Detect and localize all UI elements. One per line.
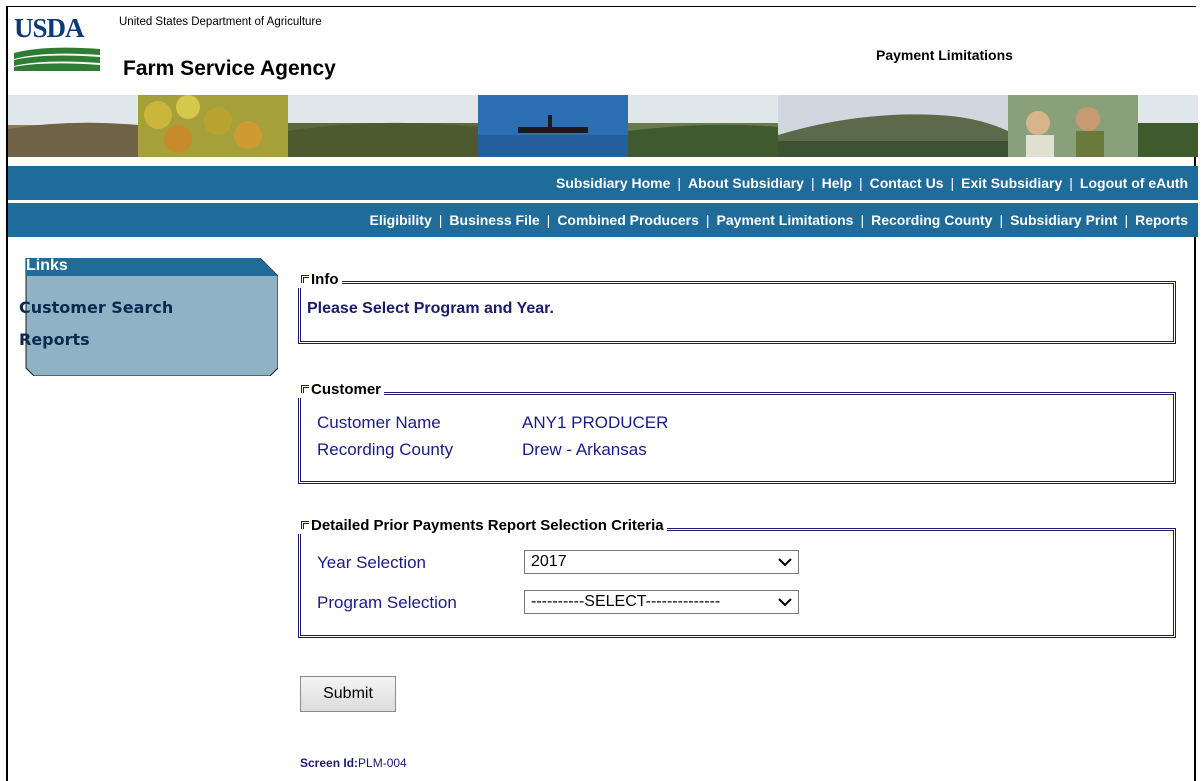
nav-about-subsidiary[interactable]: About Subsidiary (688, 175, 804, 191)
agency-name: Farm Service Agency (123, 57, 336, 80)
banner-image (8, 95, 1198, 157)
nav-eligibility[interactable]: Eligibility (370, 212, 432, 228)
year-selection-label: Year Selection (317, 553, 427, 572)
nav-help[interactable]: Help (822, 175, 852, 191)
nav-combined-producers[interactable]: Combined Producers (557, 212, 699, 228)
chevron-down-icon (778, 558, 792, 567)
app-title: Payment Limitations (876, 47, 1013, 63)
secondary-nav: Eligibility | Business File | Combined P… (8, 203, 1198, 237)
year-select-value: 2017 (531, 553, 567, 570)
recording-county-label: Recording County (317, 440, 454, 459)
recording-county-value: Drew - Arkansas (522, 440, 647, 459)
nav-contact-us[interactable]: Contact Us (870, 175, 944, 191)
criteria-legend: Detailed Prior Payments Report Selection… (298, 517, 667, 534)
customer-name-label: Customer Name (317, 413, 441, 432)
chevron-down-icon (778, 598, 792, 607)
sidebar-item-reports[interactable]: Reports (19, 330, 90, 349)
nav-business-file[interactable]: Business File (449, 212, 539, 228)
criteria-fieldset (298, 528, 1176, 638)
sidebar-item-customer-search[interactable]: Customer Search (19, 298, 173, 317)
usda-logo-icon (14, 47, 100, 71)
program-select[interactable]: ----------SELECT-------------- (524, 590, 799, 614)
department-name: United States Department of Agriculture (119, 16, 322, 28)
sidebar-title: Links (26, 257, 68, 274)
nav-reports[interactable]: Reports (1135, 212, 1188, 228)
customer-name-value: ANY1 PRODUCER (522, 413, 669, 432)
sidebar-links (16, 258, 278, 376)
program-select-value: ----------SELECT-------------- (531, 593, 721, 610)
info-legend: Info (298, 271, 342, 288)
submit-button[interactable]: Submit (300, 676, 396, 712)
nav-logout-eauth[interactable]: Logout of eAuth (1080, 175, 1188, 191)
customer-fieldset (298, 392, 1176, 484)
primary-nav: Subsidiary Home | About Subsidiary | Hel… (8, 166, 1198, 200)
nav-exit-subsidiary[interactable]: Exit Subsidiary (961, 175, 1062, 191)
usda-logo-text: USDA (14, 13, 85, 43)
customer-legend: Customer (298, 381, 385, 398)
info-message: Please Select Program and Year. (307, 300, 554, 317)
nav-recording-county[interactable]: Recording County (871, 212, 992, 228)
nav-subsidiary-home[interactable]: Subsidiary Home (556, 175, 670, 191)
screen-id: Screen Id:PLM-004 (300, 756, 407, 770)
nav-payment-limitations[interactable]: Payment Limitations (717, 212, 854, 228)
header: USDA United States Department of Agricul… (8, 7, 1198, 95)
program-selection-label: Program Selection (317, 593, 457, 612)
year-select[interactable]: 2017 (524, 550, 799, 574)
nav-subsidiary-print[interactable]: Subsidiary Print (1010, 212, 1117, 228)
